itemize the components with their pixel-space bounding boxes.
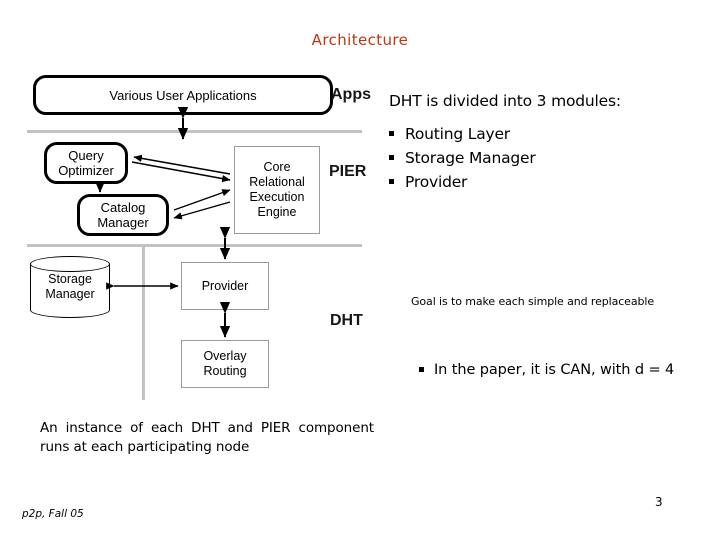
box-various-user-applications: Various User Applications xyxy=(33,75,333,115)
band-label-pier: PIER xyxy=(329,163,367,180)
dht-modules-lead: DHT is divided into 3 modules: xyxy=(389,92,621,110)
box-label: Various User Applications xyxy=(109,87,257,103)
instance-note: An instance of each DHT and PIER compone… xyxy=(40,420,374,455)
paper-note-label: In the paper, it is CAN, with d = 4 xyxy=(434,362,675,378)
band-label-apps: Apps xyxy=(331,86,371,103)
page-title: Architecture xyxy=(311,31,409,49)
box-label: Overlay Routing xyxy=(203,349,247,378)
box-provider: Provider xyxy=(181,262,269,310)
bullet-square-icon xyxy=(389,155,394,160)
bullet-square-icon xyxy=(389,179,394,184)
box-storage-manager: Storage Manager xyxy=(30,256,110,318)
goal-note: Goal is to make each simple and replacea… xyxy=(411,295,654,308)
list-item-label: Provider xyxy=(405,173,468,191)
box-label: Catalog Manager xyxy=(97,200,149,230)
box-core-relational-execution-engine: Core Relational Execution Engine xyxy=(234,146,320,234)
box-query-optimizer: Query Optimizer xyxy=(44,142,128,184)
box-label: Core Relational Execution Engine xyxy=(249,160,305,219)
list-item-label: Storage Manager xyxy=(405,149,536,167)
box-label: Storage Manager xyxy=(45,272,95,301)
architecture-diagram: Various User Applications Query Optimize… xyxy=(22,70,367,400)
box-overlay-routing: Overlay Routing xyxy=(181,340,269,388)
divider-dht-vertical xyxy=(142,244,145,400)
band-label-dht: DHT xyxy=(330,312,363,329)
list-item: Routing Layer xyxy=(389,122,689,146)
list-item: Provider xyxy=(389,170,689,194)
list-item: Storage Manager xyxy=(389,146,689,170)
box-catalog-manager: Catalog Manager xyxy=(77,194,169,236)
list-item-label: Routing Layer xyxy=(405,125,510,143)
paper-note-row: In the paper, it is CAN, with d = 4 xyxy=(419,360,684,381)
box-label: Query Optimizer xyxy=(58,148,114,178)
bullet-square-icon xyxy=(389,131,394,136)
footer-course-label: p2p, Fall 05 xyxy=(22,508,84,520)
bullet-square-icon xyxy=(419,367,424,372)
divider-apps-pier xyxy=(27,130,362,133)
page-number: 3 xyxy=(655,495,663,509)
divider-pier-dht xyxy=(27,244,362,247)
box-label: Provider xyxy=(201,278,249,293)
dht-modules-list: Routing Layer Storage Manager Provider xyxy=(389,122,689,194)
